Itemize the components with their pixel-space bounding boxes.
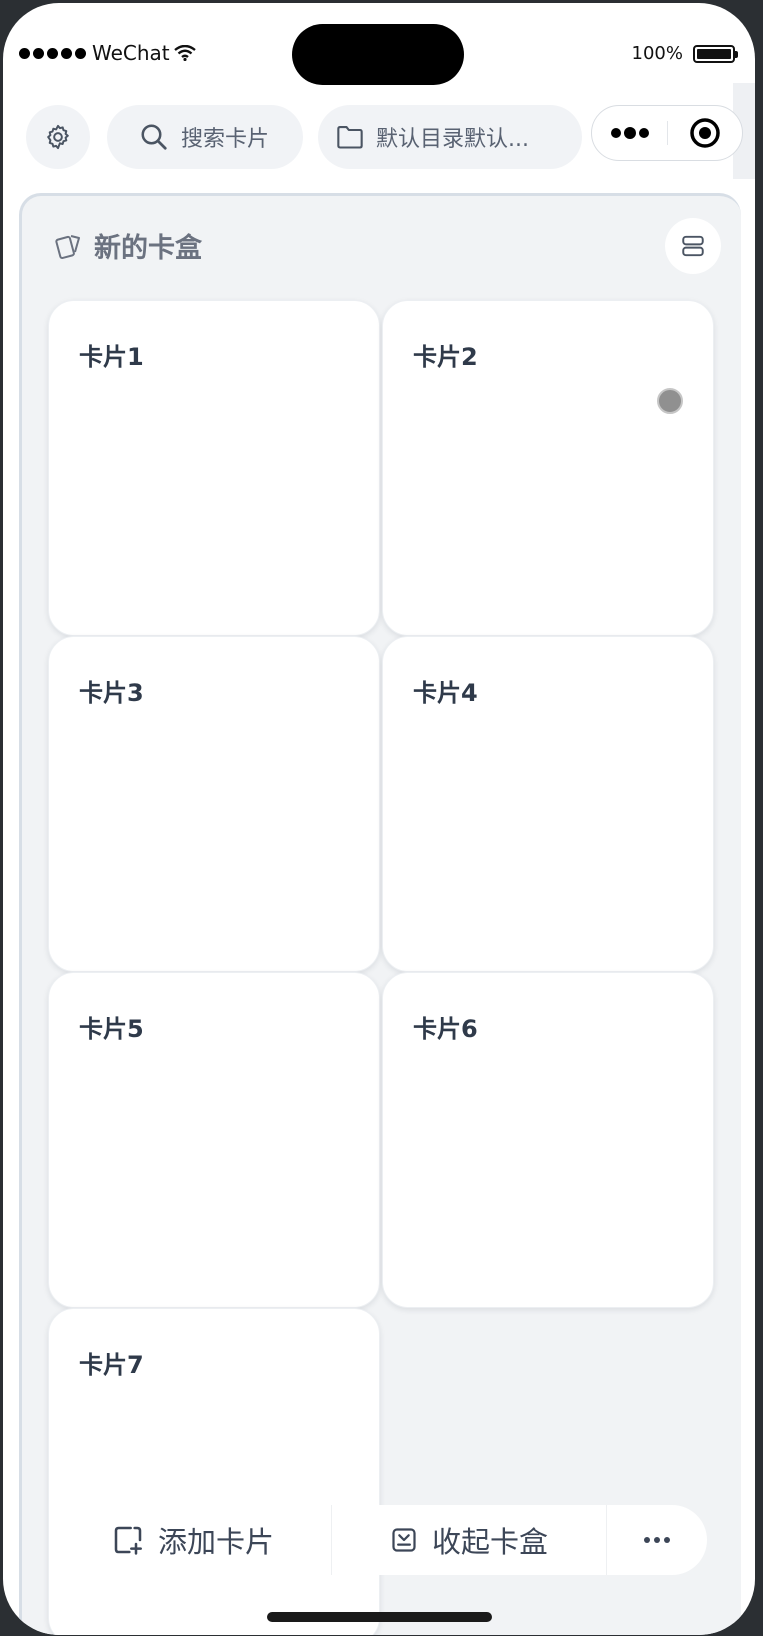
card-item[interactable]: 卡片1: [48, 300, 380, 636]
panel-title: 新的卡盒: [94, 233, 202, 264]
top-toolbar: 搜索卡片 默认目录默认...: [3, 105, 755, 173]
card-item[interactable]: 卡片7: [48, 1308, 380, 1635]
miniprogram-capsule: [591, 105, 743, 161]
card-item[interactable]: 卡片4: [382, 636, 714, 972]
ellipsis-icon: [644, 1537, 670, 1543]
card-box-panel: 新的卡盒 卡片1 卡片2 卡片3 卡片4 卡片5 卡片6 卡片7: [19, 193, 741, 1635]
gear-icon: [47, 124, 69, 150]
home-indicator: [267, 1612, 492, 1622]
capsule-close-button[interactable]: [668, 117, 742, 149]
add-card-button[interactable]: 添加卡片: [55, 1505, 331, 1575]
cards-icon: [55, 234, 80, 259]
folder-label: 默认目录默认...: [376, 127, 529, 152]
battery-icon: [693, 44, 738, 63]
more-dots-icon: [610, 127, 649, 139]
card-title: 卡片3: [79, 679, 144, 707]
search-button[interactable]: 搜索卡片: [107, 105, 303, 169]
card-title: 卡片7: [79, 1351, 144, 1379]
dynamic-island: [292, 24, 464, 85]
wifi-icon: [173, 45, 196, 61]
card-title: 卡片5: [79, 1015, 144, 1043]
drag-indicator-dot[interactable]: [657, 388, 683, 414]
card-item[interactable]: 卡片6: [382, 972, 714, 1308]
carrier-label: WeChat: [92, 41, 170, 65]
phone-screen: WeChat 100% 搜索卡片 默认目录默认... 新的卡盒 卡片1 卡片2 …: [3, 3, 755, 1635]
card-item[interactable]: 卡片5: [48, 972, 380, 1308]
status-bar-right: 100%: [631, 43, 738, 64]
card-item[interactable]: 卡片2: [382, 300, 714, 636]
folder-icon: [337, 126, 363, 149]
card-title: 卡片2: [413, 343, 478, 371]
capsule-more-button[interactable]: [592, 126, 667, 140]
card-item[interactable]: 卡片3: [48, 636, 380, 972]
card-title: 卡片1: [79, 343, 144, 371]
search-icon: [141, 124, 167, 150]
card-title: 卡片4: [413, 679, 478, 707]
battery-percent: 100%: [631, 43, 683, 64]
settings-button[interactable]: [26, 105, 90, 169]
collapse-box-icon: [392, 1528, 416, 1552]
search-label: 搜索卡片: [181, 127, 270, 152]
collapse-box-button[interactable]: 收起卡盒: [332, 1505, 606, 1575]
collapse-box-label: 收起卡盒: [431, 1525, 548, 1559]
add-card-icon: [114, 1526, 142, 1555]
card-title: 卡片6: [413, 1015, 478, 1043]
folder-selector[interactable]: 默认目录默认...: [318, 105, 582, 169]
bottom-action-bar: 添加卡片 收起卡盒: [55, 1505, 707, 1575]
panel-header: 新的卡盒: [54, 226, 202, 265]
signal-icon: [19, 47, 86, 59]
bottom-more-button[interactable]: [607, 1505, 707, 1575]
target-icon: [690, 118, 720, 148]
layout-toggle-button[interactable]: [665, 218, 721, 274]
list-layout-icon: [682, 235, 704, 257]
add-card-label: 添加卡片: [157, 1525, 274, 1559]
status-bar-left: WeChat: [19, 41, 196, 65]
